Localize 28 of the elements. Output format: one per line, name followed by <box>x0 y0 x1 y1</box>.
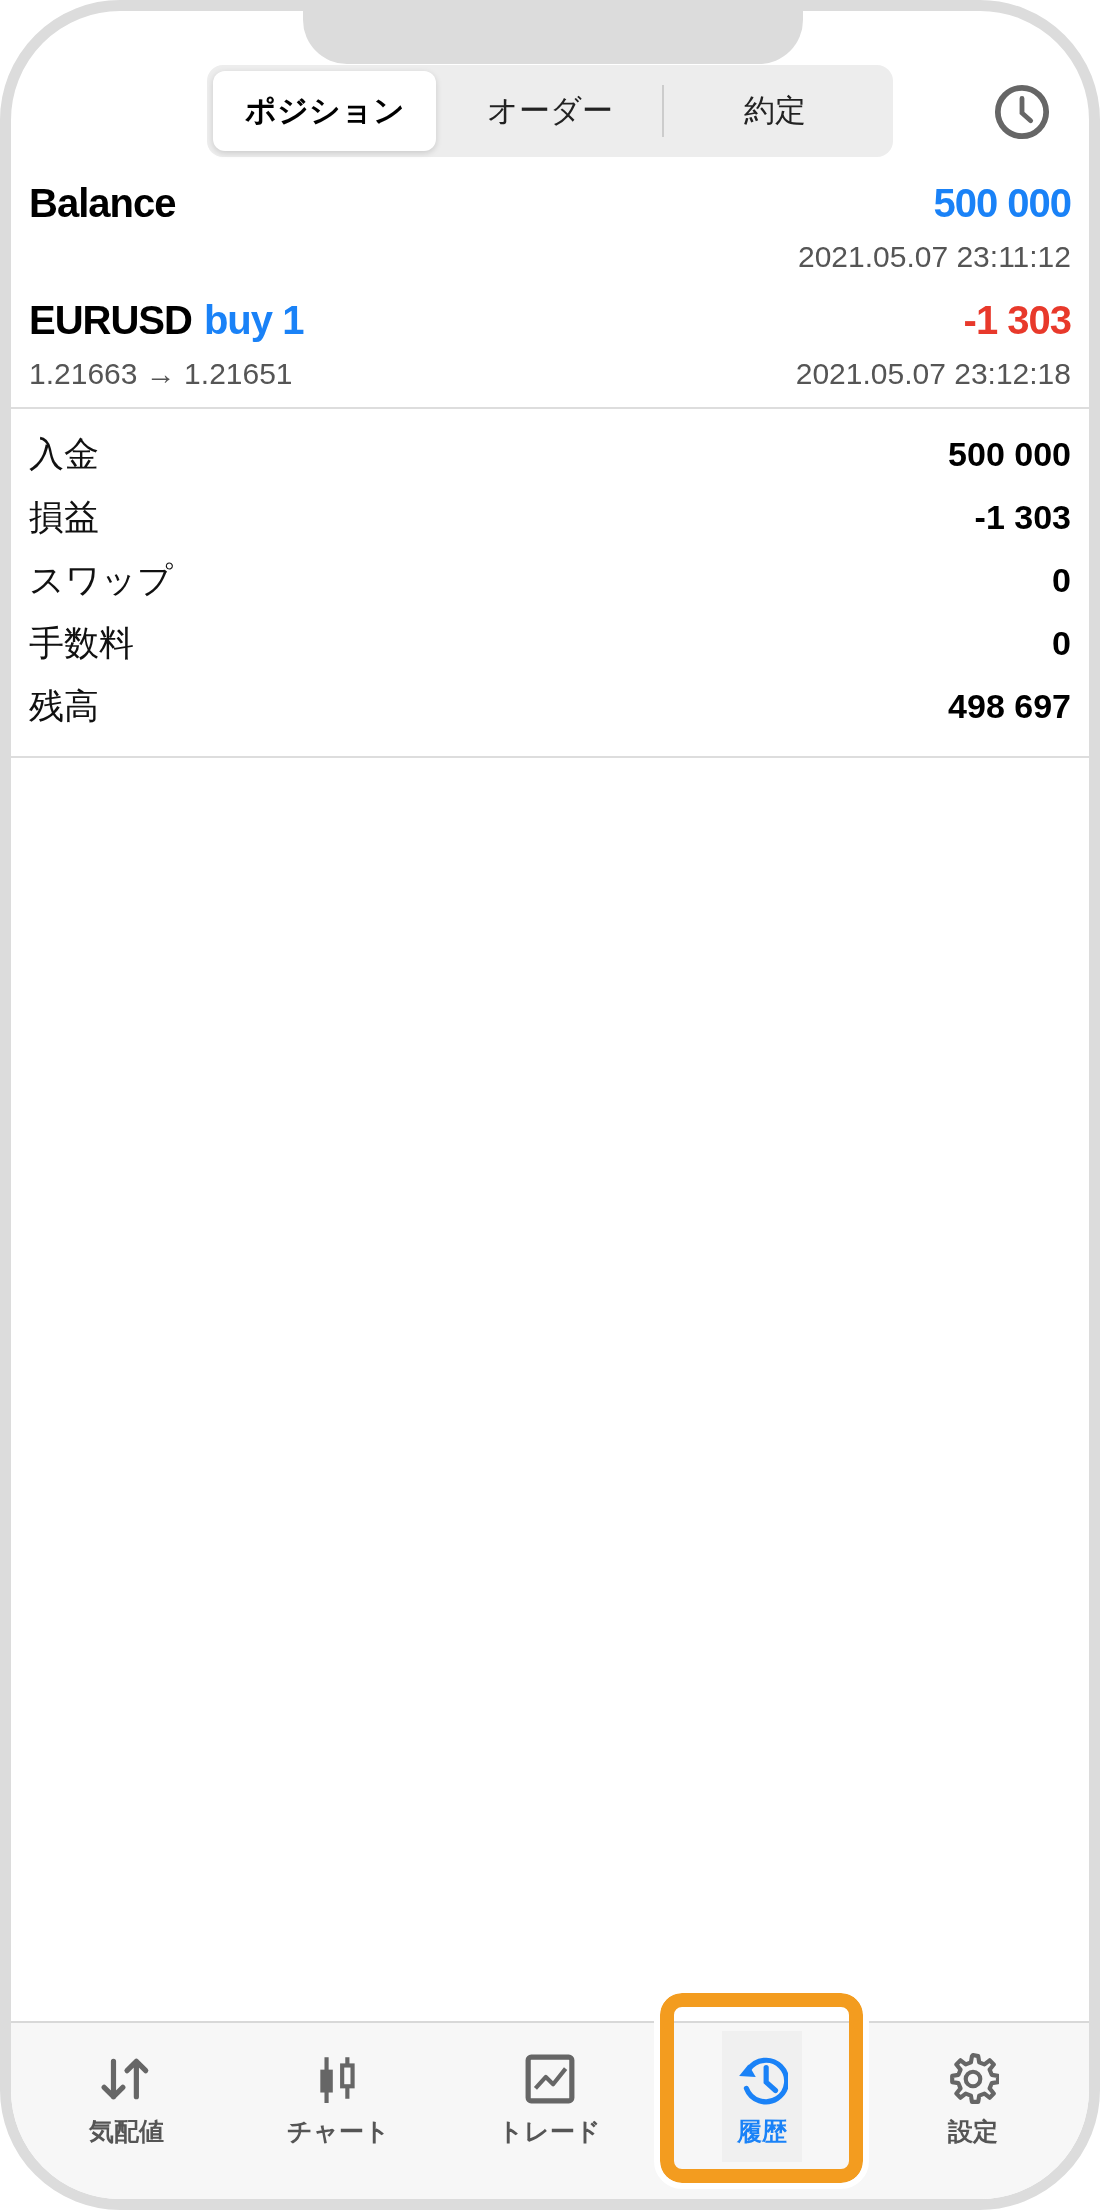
summary-label: 入金 <box>29 433 99 475</box>
symbol-label: EURUSD <box>29 298 192 343</box>
line-chart-icon <box>524 2053 576 2105</box>
summary-value: 500 000 <box>948 435 1071 474</box>
trade-side: buy 1 <box>203 298 304 343</box>
summary-label: スワップ <box>29 559 173 601</box>
summary-value: 498 697 <box>948 687 1071 726</box>
summary-label: 損益 <box>29 496 99 538</box>
clock-icon[interactable] <box>993 83 1051 141</box>
tab-bar-item[interactable]: 気配値 <box>75 2031 179 2162</box>
summary-value: 0 <box>1052 561 1071 600</box>
deal-amount: 500 000 <box>933 181 1071 226</box>
segment-tab[interactable]: ポジション <box>213 71 437 151</box>
summary-value: -1 303 <box>974 498 1071 537</box>
settings-icon <box>947 2053 1000 2105</box>
symbol-label: Balance <box>29 181 176 226</box>
deal-time: 2021.05.07 23:11:12 <box>797 240 1071 274</box>
segment-tab[interactable]: オーダー <box>438 71 662 151</box>
summary-label: 残高 <box>29 685 99 727</box>
tab-bar-item[interactable]: チャート <box>272 2031 404 2162</box>
tab-bar-item[interactable]: 設定 <box>933 2031 1014 2162</box>
deal-amount: -1 303 <box>963 298 1071 343</box>
summary-label: 手数料 <box>29 622 134 664</box>
summary-value: 0 <box>1052 624 1071 663</box>
price-change: 1.21663 → 1.21651 <box>29 357 293 391</box>
deal-time: 2021.05.07 23:12:18 <box>795 357 1071 391</box>
segment-tab[interactable]: 約定 <box>663 71 887 151</box>
tab-bar-item[interactable]: トレード <box>484 2031 616 2162</box>
